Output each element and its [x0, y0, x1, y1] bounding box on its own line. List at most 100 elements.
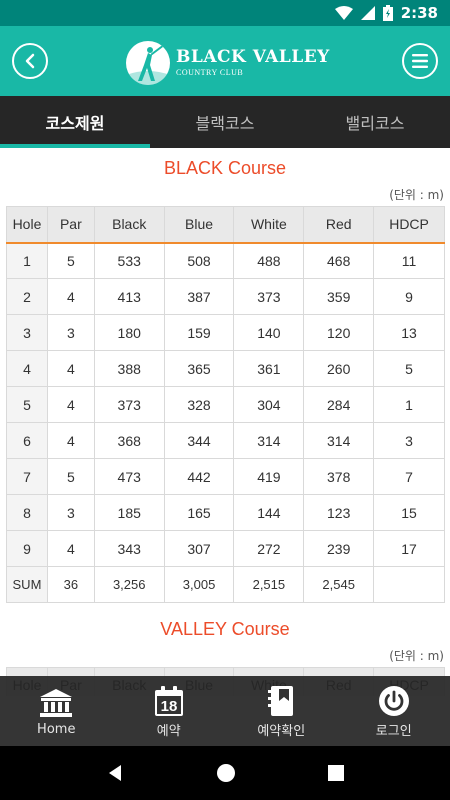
table-cell: 15 [373, 494, 445, 531]
table-cell: 1 [6, 242, 48, 279]
table-cell: 359 [303, 278, 375, 315]
nav-reservation-check-label: 예약확인 [257, 723, 306, 739]
table-cell: 260 [303, 350, 375, 387]
nav-reservation-check[interactable]: 예약확인 [225, 676, 338, 746]
table-cell: 7 [373, 458, 445, 495]
table-cell: 180 [93, 314, 165, 351]
table-cell [373, 566, 445, 603]
table-cell: 3 [373, 422, 445, 459]
table-row: 9 4 343 307 272 239 17 [6, 530, 445, 567]
table-cell: 4 [46, 386, 95, 423]
logo-title: BLACK VALLEY [176, 47, 330, 67]
column-header: HDCP [373, 206, 445, 244]
table-row: 5 4 373 328 304 284 1 [6, 386, 445, 423]
table-cell: 5 [373, 350, 445, 387]
power-icon [378, 685, 409, 716]
table-cell: 4 [6, 350, 48, 387]
club-logo: BLACK VALLEY COUNTRY CLUB [126, 41, 330, 85]
menu-button[interactable] [402, 43, 438, 79]
table-cell: 5 [46, 242, 95, 279]
table-cell: 304 [233, 386, 305, 423]
table-cell: 3 [6, 314, 48, 351]
table-cell: 488 [233, 242, 305, 279]
table-cell: 5 [6, 386, 48, 423]
logo-subtitle: COUNTRY CLUB [176, 68, 244, 77]
table-cell: 442 [163, 458, 235, 495]
table-cell: 1 [373, 386, 445, 423]
column-header: Blue [163, 206, 235, 244]
table-row: 7 5 473 442 419 378 7 [6, 458, 445, 495]
battery-icon [382, 5, 393, 21]
table-row: 8 3 185 165 144 123 15 [6, 494, 445, 531]
table-cell: 17 [373, 530, 445, 567]
status-icons: 2:38 [334, 0, 438, 26]
table-cell: 508 [163, 242, 235, 279]
valley-course-title: VALLEY Course [160, 619, 290, 639]
status-bar: 2:38 [0, 0, 450, 26]
home-icon [40, 688, 73, 717]
table-cell: 2,515 [233, 566, 305, 603]
table-cell: 2,545 [303, 566, 375, 603]
home-circle-icon[interactable] [215, 762, 237, 784]
table-cell: 239 [303, 530, 375, 567]
table-row: 3 3 180 159 140 120 13 [6, 314, 445, 351]
golfer-logo-icon [126, 41, 170, 85]
table-cell: 144 [233, 494, 305, 531]
tab-course-specs[interactable]: 코스제원 [0, 96, 150, 148]
table-cell: 3,256 [93, 566, 165, 603]
table-cell: 314 [233, 422, 305, 459]
table-cell: 13 [373, 314, 445, 351]
course-specs-content[interactable]: BLACK Course (단위 : m) Hole Par Black Blu… [0, 148, 450, 696]
nav-home-label: Home [37, 721, 76, 737]
table-cell: 36 [46, 566, 95, 603]
system-nav-bar [0, 746, 450, 800]
table-cell: 9 [6, 530, 48, 567]
table-cell: 5 [46, 458, 95, 495]
table-cell: 284 [303, 386, 375, 423]
table-cell: 123 [303, 494, 375, 531]
nav-login[interactable]: 로그인 [338, 676, 450, 746]
nav-reservation-label: 예약 [156, 723, 181, 739]
nav-home[interactable]: Home [0, 676, 113, 746]
table-cell: 272 [233, 530, 305, 567]
tab-black-course[interactable]: 블랙코스 [150, 96, 300, 148]
table-cell: 4 [46, 422, 95, 459]
table-cell: 473 [93, 458, 165, 495]
black-course-table: Hole Par Black Blue White Red HDCP 1 5 533… [6, 206, 445, 603]
table-cell: 365 [163, 350, 235, 387]
booking-check-icon [268, 685, 294, 716]
calendar-icon: 18 [154, 685, 183, 716]
table-cell: 9 [373, 278, 445, 315]
valley-course-unit: (단위 : m) [389, 649, 444, 663]
back-triangle-icon[interactable] [105, 763, 125, 783]
table-cell: 413 [93, 278, 165, 315]
table-cell: 343 [93, 530, 165, 567]
status-time: 2:38 [400, 4, 438, 22]
back-button[interactable] [12, 43, 48, 79]
table-cell: 3 [46, 494, 95, 531]
table-cell: 344 [163, 422, 235, 459]
table-cell: 2 [6, 278, 48, 315]
nav-login-label: 로그인 [375, 723, 412, 739]
table-cell: 165 [163, 494, 235, 531]
table-cell: 8 [6, 494, 48, 531]
table-cell: 4 [46, 350, 95, 387]
table-cell: 314 [303, 422, 375, 459]
table-cell: 4 [46, 278, 95, 315]
table-cell: 373 [233, 278, 305, 315]
table-cell: 6 [6, 422, 48, 459]
table-cell: SUM [6, 566, 48, 603]
recents-square-icon[interactable] [327, 764, 345, 782]
column-header: Black [93, 206, 165, 244]
table-cell: 11 [373, 242, 445, 279]
nav-reservation[interactable]: 18 예약 [113, 676, 226, 746]
column-header: Hole [6, 206, 48, 244]
table-cell: 4 [46, 530, 95, 567]
table-cell: 373 [93, 386, 165, 423]
table-cell: 328 [163, 386, 235, 423]
table-cell: 120 [303, 314, 375, 351]
table-cell: 361 [233, 350, 305, 387]
tab-valley-course[interactable]: 밸리코스 [300, 96, 450, 148]
black-course-unit: (단위 : m) [389, 188, 444, 202]
course-tabs: 코스제원 블랙코스 밸리코스 [0, 96, 450, 148]
